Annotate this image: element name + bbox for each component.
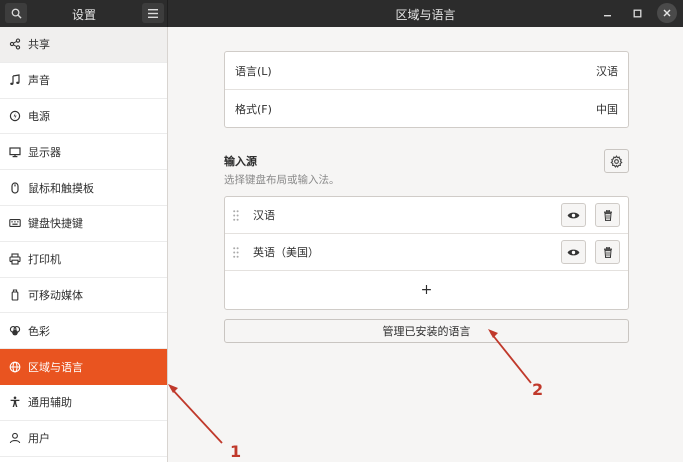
sidebar-item-label: 通用辅助 [28,396,72,410]
sidebar-item-displays[interactable]: 显示器 [0,134,167,171]
input-source-row[interactable]: 英语（美国） [225,234,628,271]
language-formats-card: 语言(L) 汉语 格式(F) 中国 [224,51,629,128]
search-icon [11,8,22,19]
trash-icon [603,209,612,221]
window-controls [597,3,677,23]
sidebar-item-label: 用户 [28,432,50,446]
sidebar: 共享 声音 电源 显示器 鼠标和触摸板 键盘快捷键 打印机 可移动媒体 色彩 区… [0,27,168,462]
preview-layout-button[interactable] [561,240,586,264]
gear-icon [610,154,623,168]
sidebar-item-printers[interactable]: 打印机 [0,242,167,278]
power-icon [8,109,22,123]
music-note-icon [8,73,22,87]
formats-row[interactable]: 格式(F) 中国 [225,90,628,128]
share-icon [8,37,22,51]
globe-icon [8,360,22,374]
formats-label: 格式(F) [235,103,272,116]
sidebar-item-label: 共享 [28,38,50,52]
eye-icon [567,249,580,255]
maximize-button[interactable] [627,3,647,23]
language-row[interactable]: 语言(L) 汉语 [225,52,628,90]
drag-handle-icon[interactable] [233,209,243,221]
input-source-row[interactable]: 汉语 [225,197,628,234]
minimize-button[interactable] [597,3,617,23]
remove-input-source-button[interactable] [595,203,620,227]
language-value: 汉语 [596,64,618,78]
sidebar-item-sound[interactable]: 声音 [0,63,167,99]
sidebar-item-removable-media[interactable]: 可移动媒体 [0,278,167,314]
trash-icon [603,246,612,258]
input-source-label: 汉语 [253,209,275,222]
sidebar-item-universal-access[interactable]: 通用辅助 [0,385,167,421]
accessibility-icon [8,395,22,409]
header-bar: 设置 区域与语言 [0,0,683,27]
sidebar-item-label: 区域与语言 [28,360,83,374]
annotation-label-1: 1 [230,442,242,461]
input-sources-options-button[interactable] [604,149,629,173]
search-button[interactable] [5,3,27,23]
input-sources-list: 汉语 英语（美国） + [224,196,629,310]
mouse-icon [8,181,22,195]
removable-media-icon [8,288,22,302]
display-icon [8,145,22,159]
preview-layout-button[interactable] [561,203,586,227]
sidebar-item-label: 打印机 [28,253,61,267]
sidebar-item-region-language[interactable]: 区域与语言 [0,349,167,385]
annotation-label-2: 2 [532,380,544,399]
sidebar-item-power[interactable]: 电源 [0,99,167,135]
palette-icon [8,324,22,338]
sidebar-item-users[interactable]: 用户 [0,421,167,457]
sidebar-item-label: 显示器 [28,145,61,159]
main-panel: 语言(L) 汉语 格式(F) 中国 输入源 选择键盘布局或输入法。 汉语 英语（… [169,27,683,462]
minimize-icon [603,14,611,16]
eye-icon [567,212,580,218]
sidebar-item-keyboard-shortcuts[interactable]: 键盘快捷键 [0,206,167,242]
remove-input-source-button[interactable] [595,240,620,264]
close-button[interactable] [657,3,677,23]
sidebar-item-sharing[interactable]: 共享 [0,27,167,63]
user-icon [8,431,22,445]
drag-handle-icon[interactable] [233,246,243,258]
formats-value: 中国 [596,103,618,116]
sidebar-item-mouse-touchpad[interactable]: 鼠标和触摸板 [0,170,167,206]
maximize-icon [633,9,641,17]
sidebar-header: 设置 [0,0,168,27]
sidebar-item-label: 键盘快捷键 [28,217,83,231]
printer-icon [8,252,22,266]
close-icon [663,9,671,17]
keyboard-icon [8,216,22,230]
menu-button[interactable] [142,3,164,23]
sidebar-item-label: 电源 [28,109,50,123]
sidebar-item-label: 声音 [28,74,50,88]
add-input-source-button[interactable]: + [225,271,628,309]
sidebar-item-color[interactable]: 色彩 [0,313,167,350]
sidebar-item-label: 鼠标和触摸板 [28,181,94,195]
input-sources-subtitle: 选择键盘布局或输入法。 [224,174,340,186]
hamburger-icon [148,8,158,18]
sidebar-item-label: 可移动媒体 [28,288,83,302]
input-source-label: 英语（美国） [253,246,319,259]
manage-installed-languages-button[interactable]: 管理已安装的语言 [224,319,629,343]
sidebar-item-label: 色彩 [28,324,50,338]
language-label: 语言(L) [235,64,272,78]
input-sources-title: 输入源 [224,155,257,168]
